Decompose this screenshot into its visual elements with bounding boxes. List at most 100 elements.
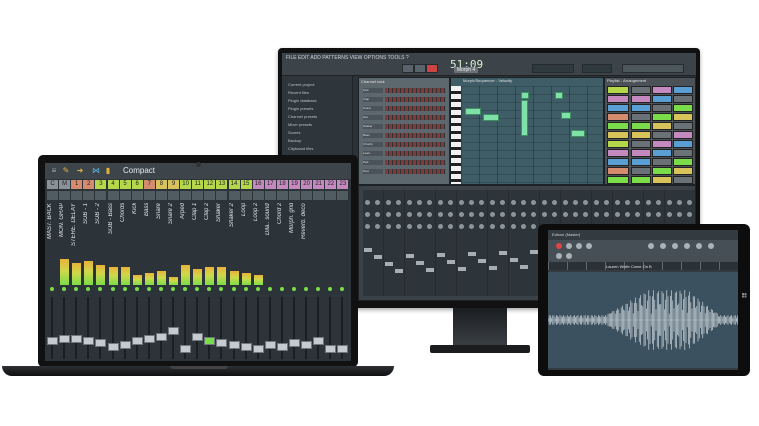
browser-item[interactable]: Channel presets	[288, 114, 317, 119]
track-header[interactable]	[607, 122, 629, 130]
channel-number[interactable]: 1	[71, 180, 83, 189]
mixer-knob[interactable]	[687, 212, 693, 217]
channel-number[interactable]: 10	[180, 180, 192, 189]
fader-handle[interactable]	[119, 341, 131, 349]
mixer-fader[interactable]	[478, 259, 487, 263]
mixer-strip[interactable]	[383, 190, 395, 296]
fader-handle[interactable]	[264, 341, 276, 349]
mixer-strip[interactable]	[487, 190, 499, 296]
track-header[interactable]	[607, 95, 629, 103]
channel-rack-name[interactable]: Hat	[363, 115, 383, 120]
channel-led[interactable]	[171, 287, 175, 291]
channel-led[interactable]	[62, 287, 67, 291]
channel-number[interactable]: 11	[192, 180, 204, 189]
channel-led[interactable]	[255, 287, 260, 291]
mixer-fader[interactable]	[436, 253, 445, 257]
mixer-strip[interactable]	[456, 190, 468, 296]
channel-icon[interactable]	[264, 191, 276, 200]
step-sequencer[interactable]	[385, 133, 445, 138]
mixer-knob[interactable]	[541, 212, 547, 217]
channel-icon[interactable]	[228, 191, 240, 200]
playlist-clip[interactable]	[631, 95, 651, 103]
channel-icon[interactable]	[192, 191, 204, 200]
mixer-knob[interactable]	[437, 212, 443, 217]
mixer-fader[interactable]	[395, 269, 404, 273]
step-sequencer[interactable]	[385, 124, 445, 129]
playlist-clip[interactable]	[673, 176, 693, 184]
channel-rack-name[interactable]: Clap	[363, 97, 383, 102]
channel-led[interactable]	[231, 287, 236, 291]
mixer-knob[interactable]	[385, 224, 391, 229]
redo-icon[interactable]	[566, 253, 572, 259]
fader-handle[interactable]	[325, 345, 337, 353]
channel-number[interactable]: C	[47, 180, 58, 189]
mixer-knob[interactable]	[479, 200, 485, 205]
main-menu[interactable]: FILE EDIT ADD PATTERNS VIEW OPTIONS TOOL…	[286, 55, 409, 61]
channel-icon[interactable]	[216, 191, 228, 200]
channel-row[interactable]: Kick	[363, 88, 445, 94]
mixer-strip[interactable]	[373, 190, 385, 296]
playlist-clip[interactable]	[652, 86, 672, 94]
channel-icon[interactable]	[168, 191, 179, 200]
mixer-knob[interactable]	[469, 212, 474, 217]
playlist-clip[interactable]	[652, 113, 672, 121]
channel-number[interactable]: 13	[216, 180, 228, 189]
note[interactable]	[561, 112, 571, 119]
mixer-fader[interactable]	[384, 262, 393, 266]
mixer-knob[interactable]	[583, 212, 589, 217]
mixer-knob[interactable]	[573, 212, 578, 217]
mixer-view-title[interactable]: Compact	[123, 166, 155, 175]
mixer-fader[interactable]	[416, 261, 424, 265]
channel-led[interactable]	[110, 287, 115, 291]
mixer-knob[interactable]	[593, 200, 599, 205]
channel-led[interactable]	[328, 287, 333, 291]
fader-handle[interactable]	[313, 337, 325, 345]
channel-number[interactable]: 8	[155, 180, 167, 189]
step-sequencer[interactable]	[385, 151, 445, 156]
mixer-strip[interactable]	[508, 190, 520, 296]
mixer-knob[interactable]	[635, 212, 641, 217]
mixer-strip[interactable]	[435, 190, 447, 296]
mixer-knob[interactable]	[583, 200, 589, 205]
fader-track[interactable]	[220, 297, 223, 359]
mixer-strip[interactable]	[415, 190, 426, 296]
browser-item[interactable]: Plugin presets	[288, 106, 313, 111]
fader-track[interactable]	[51, 297, 53, 359]
channel-icon[interactable]	[240, 191, 252, 200]
mixer-knob[interactable]	[625, 200, 630, 205]
channel-icon[interactable]	[155, 191, 167, 200]
mixer-knob[interactable]	[385, 200, 391, 205]
playlist-clip[interactable]	[673, 140, 693, 148]
fader-handle[interactable]	[289, 339, 300, 347]
channel-number[interactable]: 12	[204, 180, 216, 189]
browser-item[interactable]: Scores	[288, 130, 300, 135]
mixer-knob[interactable]	[458, 224, 464, 229]
fader-handle[interactable]	[276, 343, 288, 351]
channel-number[interactable]: M	[59, 180, 71, 189]
channel-icon[interactable]	[119, 191, 131, 200]
edit-icon[interactable]	[660, 243, 666, 249]
playlist-clip[interactable]	[652, 149, 672, 157]
channel-row[interactable]: Chords	[363, 142, 445, 148]
playlist-clip[interactable]	[631, 104, 651, 112]
mixer-knob[interactable]	[510, 212, 516, 217]
channel-number[interactable]: 6	[131, 180, 143, 189]
playlist-clip[interactable]	[673, 131, 693, 139]
channel-led[interactable]	[158, 287, 163, 291]
fader-handle[interactable]	[192, 333, 204, 341]
mixer-fader[interactable]	[520, 265, 528, 269]
playlist-clip[interactable]	[673, 113, 693, 121]
playlist-clip[interactable]	[673, 104, 693, 112]
channel-number[interactable]: 18	[276, 180, 288, 189]
mixer-knob[interactable]	[677, 212, 682, 217]
step-sequencer[interactable]	[385, 97, 445, 102]
fader-track[interactable]	[159, 297, 162, 359]
channel-number[interactable]: 5	[119, 180, 131, 189]
mixer-fader[interactable]	[468, 252, 476, 256]
fader-handle[interactable]	[155, 333, 167, 341]
browser-item[interactable]: Recent files	[288, 90, 309, 95]
record-icon[interactable]	[556, 243, 562, 249]
step-sequencer[interactable]	[385, 142, 445, 147]
fader-track[interactable]	[147, 297, 150, 359]
mixer-fader[interactable]	[364, 248, 372, 252]
